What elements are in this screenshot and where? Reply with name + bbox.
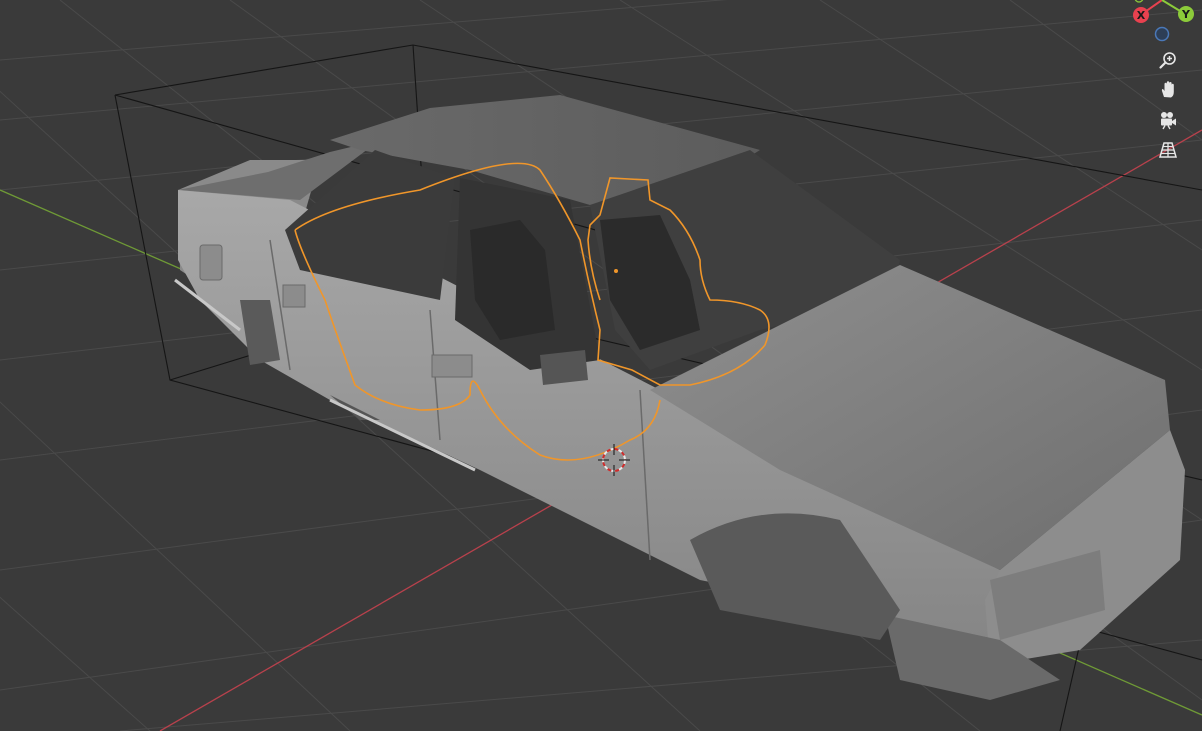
viewport-nav-controls: [1154, 46, 1182, 163]
gizmo-neg-z-icon: [1154, 26, 1170, 42]
grid-perspective-icon: [1158, 141, 1177, 158]
pan-button[interactable]: [1154, 76, 1181, 103]
perspective-toggle-button[interactable]: [1154, 136, 1181, 163]
hand-icon: [1161, 80, 1174, 97]
camera-view-button[interactable]: [1154, 106, 1181, 133]
camera-icon: [1160, 111, 1176, 129]
gizmo-neg-y-icon: [1134, 0, 1144, 3]
zoom-button[interactable]: [1154, 46, 1181, 73]
gizmo-y-label: Y: [1181, 8, 1191, 21]
object-origin: [614, 269, 618, 273]
3d-viewport[interactable]: X Y: [0, 0, 1202, 731]
navigation-gizmo[interactable]: X Y: [1112, 0, 1202, 45]
gizmo-x-label: X: [1137, 9, 1146, 22]
zoom-in-icon: [1158, 51, 1176, 69]
car-mesh: [174, 95, 1185, 700]
scene-canvas[interactable]: [0, 0, 1202, 731]
